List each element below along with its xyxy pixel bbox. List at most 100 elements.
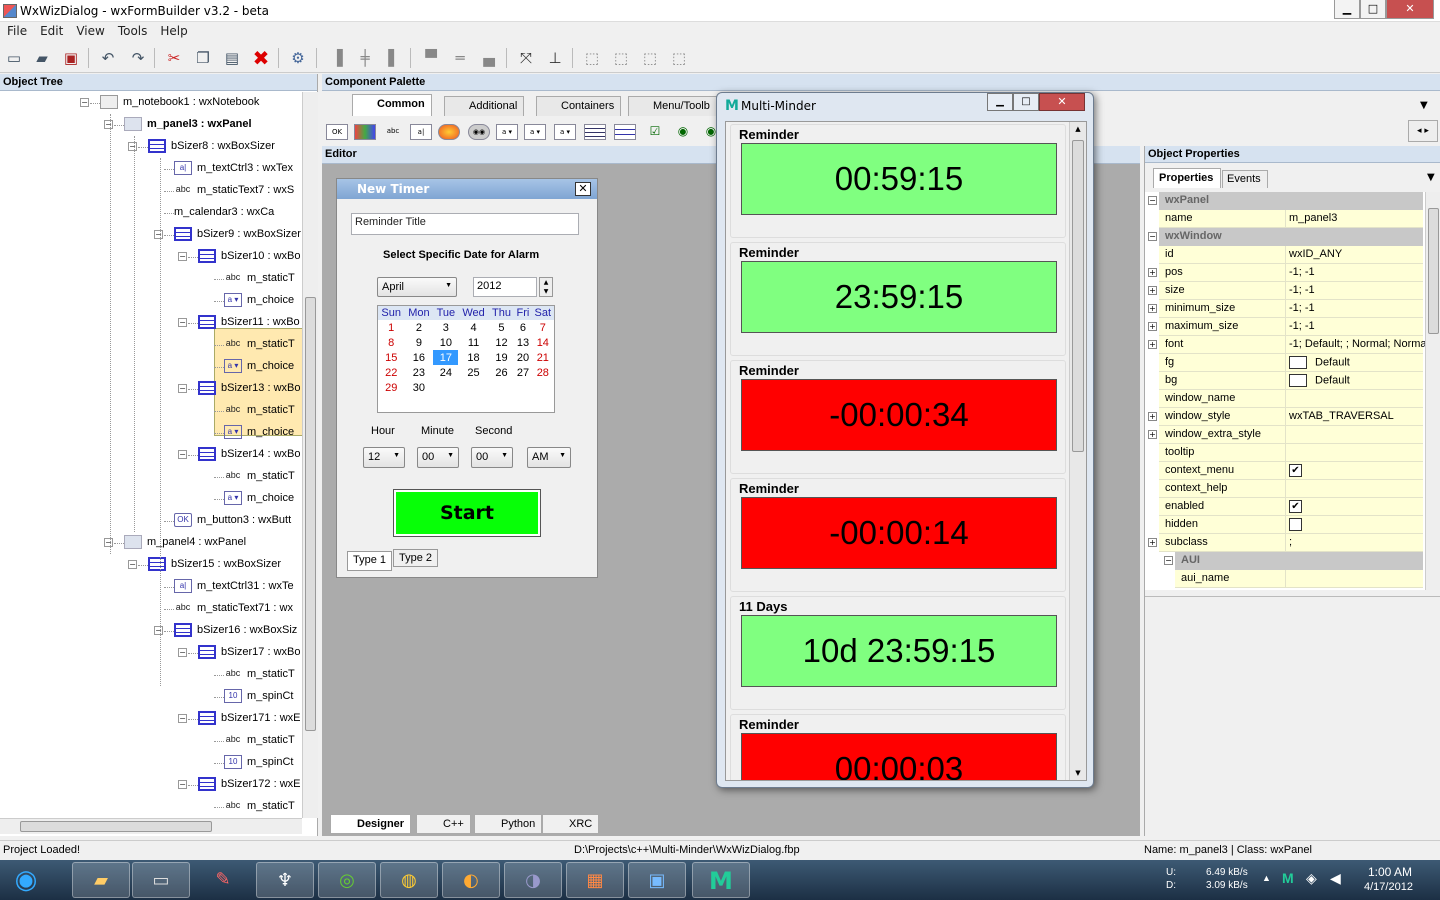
new-timer-close-icon[interactable]: ✕ xyxy=(575,182,591,196)
calendar-day[interactable]: 18 xyxy=(458,350,488,365)
tree-node[interactable]: bSizer14 : wxBo xyxy=(198,444,300,464)
tree-node[interactable]: abc m_staticT xyxy=(224,796,295,816)
tree-node[interactable]: abc m_staticT xyxy=(224,334,295,354)
category-collapse-icon[interactable]: − xyxy=(1148,232,1157,241)
category-collapse-icon[interactable]: − xyxy=(1164,556,1173,565)
tree-node[interactable]: a ▾ m_choice xyxy=(224,422,294,442)
property-expand-icon[interactable]: + xyxy=(1148,430,1157,439)
calendar-day[interactable]: 4 xyxy=(458,320,488,335)
grid-icon[interactable] xyxy=(584,124,606,140)
property-value[interactable]: Default xyxy=(1289,356,1425,369)
tray-network-icon[interactable]: ◈ xyxy=(1306,870,1317,887)
property-expand-icon[interactable]: + xyxy=(1148,286,1157,295)
clock-date[interactable]: 4/17/2012 xyxy=(1364,881,1413,893)
bitmap-button-icon[interactable] xyxy=(354,124,376,140)
taskbar-start-orb-icon[interactable]: ◉ xyxy=(2,862,50,898)
tree-expander-icon[interactable]: − xyxy=(154,230,163,239)
taskbar-alien-icon[interactable]: ♆ xyxy=(256,862,314,898)
tree-expander-icon[interactable]: − xyxy=(178,450,187,459)
align-center-icon[interactable]: ╪ xyxy=(354,47,376,69)
tree-node[interactable]: bSizer10 : wxBo xyxy=(198,246,300,266)
align-middle-icon[interactable]: ═ xyxy=(449,47,471,69)
year-spinner[interactable]: 2012 xyxy=(473,277,537,297)
calendar-day[interactable]: 28 xyxy=(532,365,554,380)
property-row[interactable]: name m_panel3 xyxy=(1159,210,1423,228)
calendar-day[interactable]: 27 xyxy=(514,365,531,380)
calendar-day[interactable]: 11 xyxy=(458,335,488,350)
reminder-countdown[interactable]: 10d 23:59:15 xyxy=(741,615,1057,687)
property-checkbox[interactable] xyxy=(1289,518,1302,531)
tree-node[interactable]: abc m_staticText71 : wx xyxy=(174,598,293,618)
menu-help[interactable]: Help xyxy=(153,22,193,38)
taskbar-console-icon[interactable]: ▭ xyxy=(132,862,190,898)
calendar-day[interactable]: 23 xyxy=(404,365,433,380)
tree-node[interactable]: bSizer172 : wxE xyxy=(198,774,300,794)
reminder-list-scrollbar[interactable]: ▲ ▼ xyxy=(1069,122,1086,780)
reminder-countdown[interactable]: -00:00:14 xyxy=(741,497,1057,569)
list-box-icon[interactable]: a ▾ xyxy=(524,124,546,140)
year-spin-arrows-icon[interactable]: ▲ ▼ xyxy=(539,277,553,297)
property-row[interactable]: context_menu ✔ xyxy=(1159,462,1423,480)
color-swatch[interactable] xyxy=(1289,374,1307,387)
calendar-day[interactable]: 29 xyxy=(378,380,404,395)
clock-time[interactable]: 1:00 AM xyxy=(1368,865,1412,879)
calendar-day[interactable]: 25 xyxy=(458,365,488,380)
mm-close-button[interactable]: ✕ xyxy=(1039,93,1085,111)
property-value[interactable]: wxTAB_TRAVERSAL xyxy=(1289,410,1425,422)
tree-node[interactable]: bSizer16 : wxBoxSiz xyxy=(174,620,297,640)
calendar-day[interactable]: 20 xyxy=(514,350,531,365)
tree-expander-icon[interactable]: − xyxy=(178,318,187,327)
new-project-icon[interactable]: ▭ xyxy=(3,47,25,69)
tab-menu-toolbar[interactable]: Menu/Toolb xyxy=(628,96,718,116)
tree-node[interactable]: abc m_staticT xyxy=(224,268,295,288)
calendar-day[interactable]: 5 xyxy=(489,320,515,335)
property-row[interactable]: hidden xyxy=(1159,516,1423,534)
static-bitmap-icon[interactable] xyxy=(438,124,460,140)
tab-containers[interactable]: Containers xyxy=(536,96,622,116)
calendar-day[interactable]: 30 xyxy=(404,380,433,395)
text-ctrl-icon[interactable]: a| xyxy=(410,124,432,140)
button-component-icon[interactable]: OK xyxy=(326,124,348,140)
palette-dropdown-icon[interactable]: ▼ xyxy=(1420,100,1428,111)
tree-node[interactable]: abc m_staticT xyxy=(224,466,295,486)
tree-expander-icon[interactable]: − xyxy=(178,252,187,261)
property-row[interactable]: minimum_size -1; -1 xyxy=(1159,300,1423,318)
align-left-icon[interactable]: ▐ xyxy=(326,47,348,69)
border-top-icon[interactable]: ⬚ xyxy=(639,47,661,69)
property-value[interactable]: -1; -1 xyxy=(1289,284,1425,296)
align-right-icon[interactable]: ▌ xyxy=(383,47,405,69)
tree-node[interactable]: a ▾ m_choice xyxy=(224,488,294,508)
property-row[interactable]: context_help xyxy=(1159,480,1423,498)
calendar-day[interactable]: 19 xyxy=(489,350,515,365)
checkbox-icon[interactable]: ☑ xyxy=(644,124,666,140)
reminder-card[interactable]: Reminder 23:59:15 xyxy=(730,242,1066,356)
tab-additional[interactable]: Additional xyxy=(444,96,525,116)
reminder-card[interactable]: Reminder -00:00:34 xyxy=(730,360,1066,474)
paste-icon[interactable]: ▤ xyxy=(221,47,243,69)
property-value[interactable]: m_panel3 xyxy=(1289,212,1425,224)
tree-expander-icon[interactable]: − xyxy=(178,780,187,789)
tree-node[interactable]: m_panel4 : wxPanel xyxy=(124,532,246,552)
redo-icon[interactable]: ↷ xyxy=(127,47,149,69)
calendar-day[interactable]: 15 xyxy=(378,350,404,365)
hour-select[interactable]: 12 xyxy=(363,447,405,468)
tree-node[interactable]: bSizer11 : wxBo xyxy=(198,312,300,332)
object-tree[interactable]: − m_notebook1 : wxNotebook − m_panel3 : wxP… xyxy=(0,92,302,818)
property-row[interactable]: subclass; xyxy=(1159,534,1423,552)
calendar-day[interactable]: 17 xyxy=(433,350,459,365)
align-top-icon[interactable]: ▀ xyxy=(420,47,442,69)
border-right-icon[interactable]: ⬚ xyxy=(610,47,632,69)
maximize-button[interactable]: □ xyxy=(1360,0,1386,19)
menu-edit[interactable]: Edit xyxy=(33,22,69,38)
calendar-day[interactable]: 13 xyxy=(514,335,531,350)
props-vertical-scrollbar[interactable] xyxy=(1425,192,1440,590)
property-row[interactable]: fg Default xyxy=(1159,354,1423,372)
tab-cpp[interactable]: C++ xyxy=(416,814,471,834)
month-select[interactable]: April xyxy=(377,277,457,297)
tray-volume-icon[interactable]: ◀ xyxy=(1330,870,1341,887)
minimize-button[interactable]: ▁ xyxy=(1334,0,1360,19)
calendar-day[interactable]: 1 xyxy=(378,320,404,335)
reminder-countdown[interactable]: 23:59:15 xyxy=(741,261,1057,333)
taskbar-multiminder-icon[interactable]: M xyxy=(692,862,750,898)
border-bottom-icon[interactable]: ⬚ xyxy=(668,47,690,69)
